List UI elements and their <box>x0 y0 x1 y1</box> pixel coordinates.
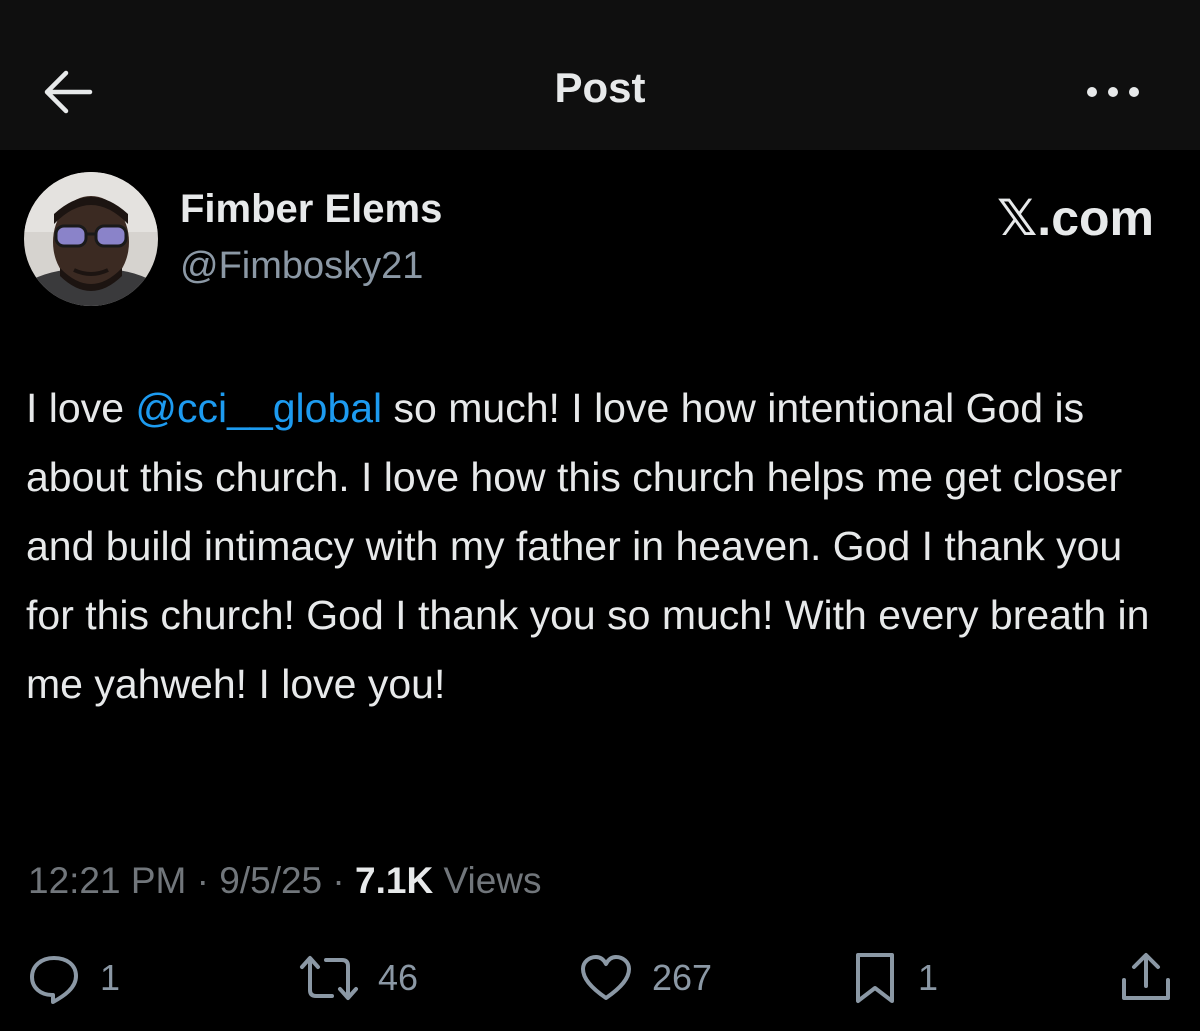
repost-count: 46 <box>378 957 419 998</box>
arrow-left-icon <box>44 70 93 114</box>
post-time[interactable]: 12:21 PM <box>28 860 186 901</box>
post-date[interactable]: 9/5/25 <box>219 860 322 901</box>
brand-logo: 𝕏.com <box>997 190 1154 246</box>
reply-icon <box>30 956 78 1004</box>
page-title: Post <box>554 64 646 111</box>
repost-icon <box>300 956 358 1000</box>
bookmark-button[interactable]: 1 <box>850 950 938 1006</box>
post-text-start: I love <box>26 385 136 431</box>
mention-link[interactable]: @cci__global <box>135 385 382 431</box>
top-bar: Post <box>0 0 1200 150</box>
back-button[interactable] <box>38 62 98 122</box>
post-text: I love @cci__global so much! I love how … <box>26 374 1176 719</box>
share-icon <box>1122 953 1170 1000</box>
avatar-photo <box>24 172 158 306</box>
post-meta: 12:21 PM · 9/5/25 · 7.1K Views <box>28 858 542 904</box>
heart-icon <box>581 955 631 1000</box>
share-button[interactable] <box>1118 950 1174 1006</box>
views-count: 7.1K <box>355 860 434 901</box>
like-button[interactable]: 267 <box>578 950 712 1006</box>
more-options-button[interactable] <box>1078 72 1148 112</box>
views-label: Views <box>433 860 542 901</box>
like-count: 267 <box>652 957 713 998</box>
bookmark-count: 1 <box>918 957 939 998</box>
reply-button[interactable]: 1 <box>26 950 120 1006</box>
author-display-name[interactable]: Fimber Elems <box>180 186 442 232</box>
author-handle[interactable]: @Fimbosky21 <box>180 244 423 288</box>
meta-separator: · <box>186 860 220 901</box>
post-text-rest: so much! I love how intentional God is a… <box>26 385 1150 707</box>
more-horizontal-icon <box>1087 87 1139 97</box>
reply-count: 1 <box>100 957 121 998</box>
repost-button[interactable]: 46 <box>298 950 418 1006</box>
avatar[interactable] <box>24 172 158 306</box>
meta-separator: · <box>322 860 356 901</box>
bookmark-icon <box>856 953 894 1003</box>
